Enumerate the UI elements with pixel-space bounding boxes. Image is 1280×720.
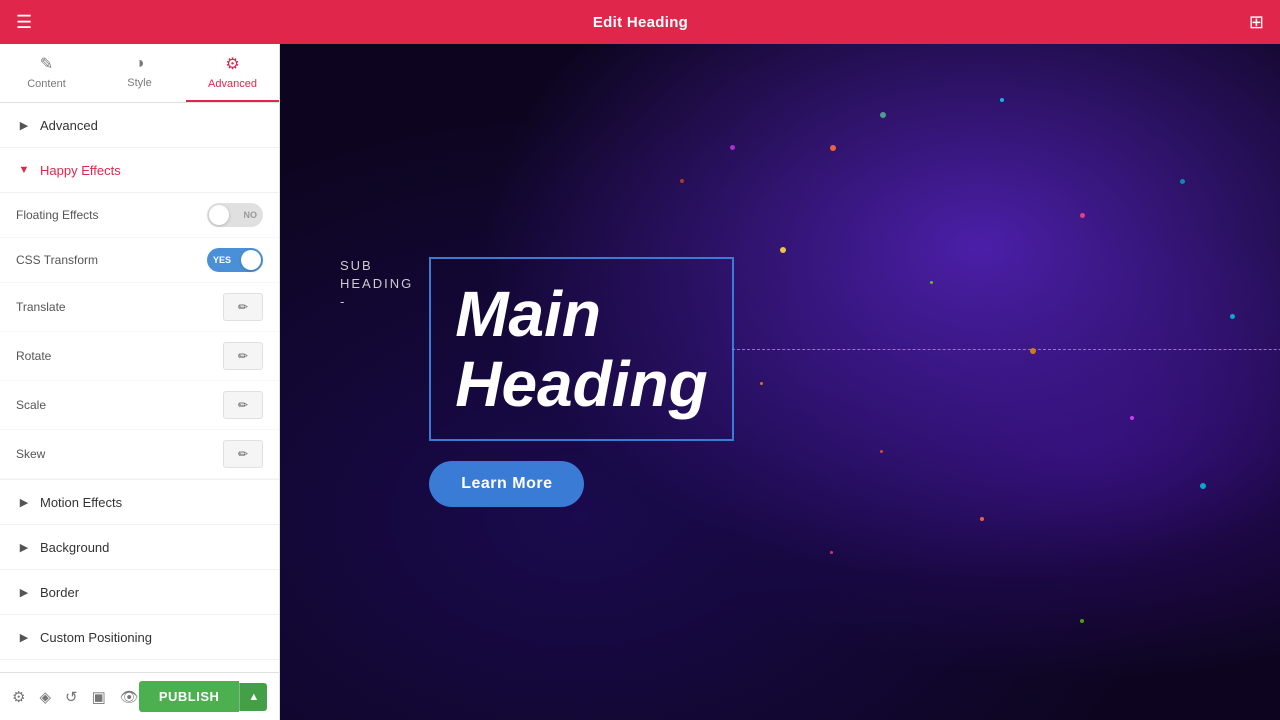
- rotate-edit-button[interactable]: ✏: [223, 342, 263, 370]
- layers-icon[interactable]: ◈: [39, 688, 51, 706]
- sidebar: ✎ Content ◑ Style ⚙ Advanced ▶ Advanced …: [0, 44, 280, 720]
- panel-content: ▶ Advanced ▼ Happy Effects Floating Effe…: [0, 103, 279, 672]
- section-background-title: Background: [40, 540, 109, 555]
- top-bar: ☰ Edit Heading ⊞: [0, 0, 1280, 44]
- main-heading: Main Heading: [455, 279, 707, 420]
- section-custom-positioning-header[interactable]: ▶ Custom Positioning: [0, 615, 279, 660]
- happy-effects-body: Floating Effects NO CSS Transform YES: [0, 193, 279, 480]
- sub-heading: SUB HEADING -: [340, 257, 413, 312]
- section-motion-effects-title: Motion Effects: [40, 495, 122, 510]
- tabs: ✎ Content ◑ Style ⚙ Advanced: [0, 44, 279, 103]
- rotate-label: Rotate: [16, 349, 51, 363]
- advanced-arrow-icon: ▶: [16, 117, 32, 133]
- floating-effects-row: Floating Effects NO: [0, 193, 279, 238]
- menu-icon[interactable]: ☰: [16, 12, 32, 33]
- bottom-bar: ⚙ ◈ ↺ ▣ 👁 PUBLISH ▲: [0, 672, 279, 720]
- section-custom-positioning-title: Custom Positioning: [40, 630, 152, 645]
- motion-effects-arrow-icon: ▶: [16, 494, 32, 510]
- skew-edit-button[interactable]: ✏: [223, 440, 263, 468]
- settings-icon[interactable]: ⚙: [12, 688, 25, 706]
- translate-label: Translate: [16, 300, 66, 314]
- selection-line: [732, 349, 1280, 350]
- toggle-knob: [209, 205, 229, 225]
- background-arrow-icon: ▶: [16, 539, 32, 555]
- custom-positioning-arrow-icon: ▶: [16, 629, 32, 645]
- css-transform-row: CSS Transform YES: [0, 238, 279, 283]
- rotate-row: Rotate ✏: [0, 332, 279, 381]
- css-transform-toggle[interactable]: YES: [207, 248, 263, 272]
- tab-advanced-label: Advanced: [208, 78, 257, 90]
- section-border-title: Border: [40, 585, 79, 600]
- floating-effects-label: Floating Effects: [16, 208, 99, 222]
- preview-icon[interactable]: 👁: [120, 688, 139, 706]
- page-title: Edit Heading: [593, 14, 688, 31]
- publish-button[interactable]: PUBLISH: [139, 681, 240, 712]
- translate-edit-button[interactable]: ✏: [223, 293, 263, 321]
- bottom-icons: ⚙ ◈ ↺ ▣ 👁: [12, 688, 139, 706]
- section-advanced-header[interactable]: ▶ Advanced: [0, 103, 279, 148]
- floating-effects-toggle[interactable]: NO: [207, 203, 263, 227]
- skew-row: Skew ✏: [0, 430, 279, 479]
- tab-content[interactable]: ✎ Content: [0, 44, 93, 102]
- section-border-header[interactable]: ▶ Border: [0, 570, 279, 615]
- section-advanced-title: Advanced: [40, 118, 98, 133]
- tab-style[interactable]: ◑ Style: [93, 44, 186, 102]
- style-icon: ◑: [135, 55, 145, 73]
- css-transform-label: CSS Transform: [16, 253, 98, 267]
- skew-label: Skew: [16, 447, 45, 461]
- history-icon[interactable]: ↺: [65, 688, 78, 706]
- scale-row: Scale ✏: [0, 381, 279, 430]
- responsive-icon[interactable]: ▣: [92, 688, 106, 706]
- publish-dropdown-button[interactable]: ▲: [239, 683, 267, 711]
- advanced-icon: ⚙: [225, 54, 239, 74]
- toggle-yes-label: YES: [213, 255, 231, 265]
- learn-more-button[interactable]: Learn More: [429, 461, 584, 507]
- grid-icon[interactable]: ⊞: [1249, 12, 1264, 33]
- scale-label: Scale: [16, 398, 46, 412]
- toggle-knob-on: [241, 250, 261, 270]
- heading-box[interactable]: Main Heading +: [429, 257, 733, 442]
- tab-style-label: Style: [127, 77, 151, 89]
- scale-edit-button[interactable]: ✏: [223, 391, 263, 419]
- content-icon: ✎: [40, 54, 53, 74]
- border-arrow-icon: ▶: [16, 584, 32, 600]
- tab-content-label: Content: [27, 78, 66, 90]
- publish-group: PUBLISH ▲: [139, 681, 267, 712]
- preview-content: SUB HEADING - Main Heading + Learn More: [280, 44, 1280, 720]
- section-happy-effects-title: Happy Effects: [40, 163, 121, 178]
- translate-row: Translate ✏: [0, 283, 279, 332]
- toggle-no-label: NO: [244, 210, 258, 220]
- section-background-header[interactable]: ▶ Background: [0, 525, 279, 570]
- main-layout: ✎ Content ◑ Style ⚙ Advanced ▶ Advanced …: [0, 44, 1280, 720]
- section-happy-effects-header[interactable]: ▼ Happy Effects: [0, 148, 279, 193]
- happy-effects-arrow-icon: ▼: [16, 162, 32, 178]
- section-motion-effects-header[interactable]: ▶ Motion Effects: [0, 480, 279, 525]
- tab-advanced[interactable]: ⚙ Advanced: [186, 44, 279, 102]
- preview-area: SUB HEADING - Main Heading + Learn More: [280, 44, 1280, 720]
